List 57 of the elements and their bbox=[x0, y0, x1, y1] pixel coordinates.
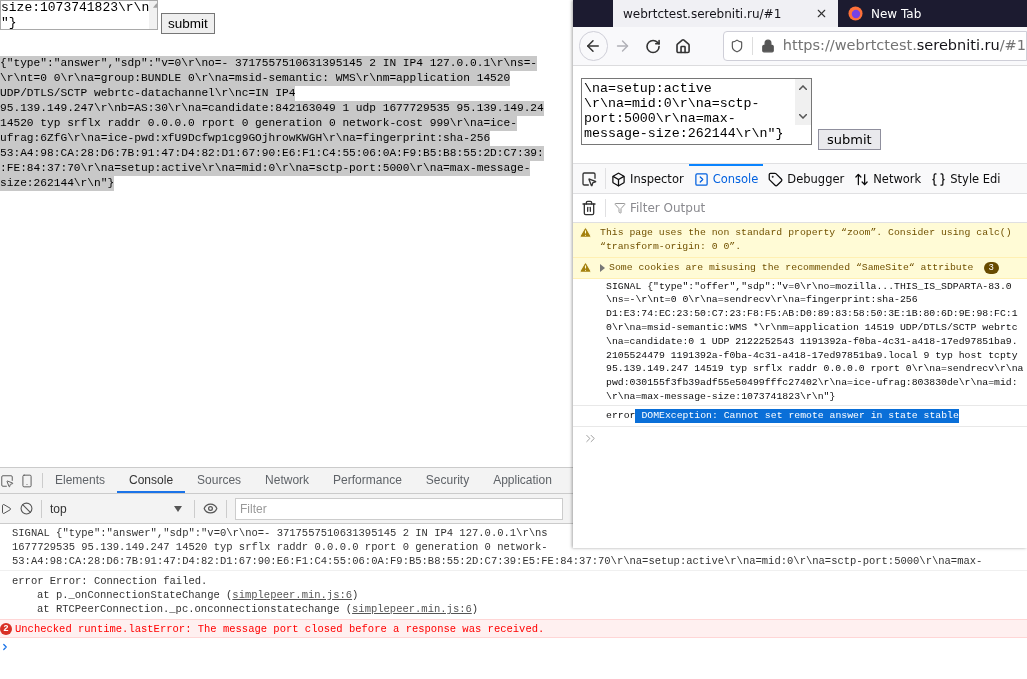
devtools-tab[interactable]: Inspector bbox=[606, 164, 689, 193]
answer-text: 95.139.149.247\r\nb=AS:30\r\na=candidate:842163049 1 udp 1677729535 95.139.149.24 bbox=[0, 101, 544, 116]
log-line: 2105524479 1191392a-f0ba-4c31-a418-17ed97851ba9.local 9 typ host tcpty bbox=[606, 348, 1018, 363]
error-label: error bbox=[606, 408, 636, 423]
url-field[interactable]: https://webrtctest.serebniti.ru/#1 bbox=[722, 31, 1027, 61]
answer-text: :FE:84:37:70\r\na=setup:active\r\na=mid:0\r\na=sctp-port:5000\r\na=max-message- bbox=[0, 161, 531, 176]
filter-field[interactable]: Filter Output bbox=[630, 199, 1027, 217]
text-area-field[interactable]: size:1073741823\r\n "} bbox=[0, 0, 158, 30]
error-count-badge: 2 bbox=[0, 622, 12, 635]
count-badge: 3 bbox=[983, 261, 999, 274]
browser-tab[interactable]: New Tab bbox=[838, 0, 932, 27]
log-line: 1677729535 95.139.149.247 14520 typ srflx raddr 0.0.0.0 rport 0 generation 0 network- bbox=[12, 540, 548, 554]
log-line: \na=candidate:0 1 UDP 2122252543 1191392a-f0ba-4c31-a418-17ed97851ba9. bbox=[606, 334, 1018, 349]
devtools-tab[interactable]: Network bbox=[253, 468, 322, 493]
answer-text: 53:A4:98:CA:28:D6:7B:91:47:D4:82:D1:67:90:E6:F1:C4:55:06:0A:F9:B5:B8:55:2D:C7:39: bbox=[0, 146, 544, 161]
devtools-tab[interactable]: Application bbox=[481, 468, 564, 493]
answer-text: ufrag:6ZfG\r\na=ice-pwd:xfU9Dcfwp1cg9GOjhrowKWGH\r\na=fingerprint:sha-256 bbox=[0, 131, 491, 146]
log-line: \ns=-\r\nt=0 0\r\na=sendrecv\r\na=fingerprint:sha-256 bbox=[606, 293, 918, 308]
devtools-tab[interactable]: Debugger bbox=[763, 164, 850, 193]
log-line: 53:A4:98:CA:28:D6:7B:91:47:D4:82:D1:67:90:E6:F1:C4:55:06:0A:F9:B5:B8:55:2D:C7:39:E5:FE:84:37:70\r\na=setup:active\r\na=mid:0\r\na=sctp-port:5000\r\na=max- bbox=[12, 554, 983, 568]
log-line: \r\na=max-message-size:1073741823\r\n"} bbox=[606, 389, 836, 404]
devtools-tab[interactable]: Console bbox=[688, 164, 764, 193]
answer-text: size:262144\r\n"} bbox=[0, 176, 115, 191]
log-line: 0\r\na=msid-semantic:WMS *\r\nm=application 14519 UDP/DTLS/SCTP webrtc bbox=[606, 321, 1018, 335]
devtools-tab[interactable]: Sources bbox=[185, 468, 254, 493]
submit-button[interactable]: submit bbox=[161, 13, 215, 34]
log-line: SIGNAL {"type":"offer","sdp":"v=0\r\no=mozilla...THIS_IS_SDPARTA-83.0 bbox=[606, 279, 1012, 294]
devtools-tab[interactable]: Security bbox=[413, 468, 482, 493]
stack-frame: at p._onConnectionStateChange (simplepeer.min.js:6) bbox=[12, 588, 359, 602]
warning-text: Some cookies are misusing the recommended “SameSite“ attribute bbox=[609, 260, 974, 275]
browser-tab[interactable]: webrtctest.serebniti.ru/#1 bbox=[613, 0, 838, 27]
filter-field[interactable]: Filter bbox=[235, 497, 563, 520]
warning-text: This page uses the non standard property “zoom”. Consider using calc() bbox=[600, 226, 1012, 240]
error-message: DOMException: Cannot set remote answer in state stable bbox=[635, 408, 959, 423]
error-message: Unchecked runtime.lastError: The message port closed before a response was received. bbox=[15, 621, 545, 636]
devtools-tab[interactable]: Style Edi bbox=[926, 164, 1006, 193]
log-line: 95.139.149.247 14519 typ srflx raddr 0.0.0.0 rport 0\r\na=sendrecv\r\na bbox=[606, 362, 1024, 377]
text-area-field[interactable]: \na=setup:active \r\na=mid:0\r\na=sctp- port:5000\r\na=max- message-size:262144\r\n"} bbox=[581, 78, 812, 145]
source-link[interactable]: simplepeer.min.js:6 bbox=[352, 603, 472, 615]
error-message: error Error: Connection failed. bbox=[12, 574, 208, 588]
source-link[interactable]: simplepeer.min.js:6 bbox=[232, 589, 353, 601]
devtools-tab[interactable]: Network bbox=[849, 164, 927, 193]
log-line: D1:E3:74:EC:23:50:C7:23:F8:F5:AB:D0:89:83:58:50:3E:1B:80:6D:9E:98:FC:1 bbox=[606, 307, 1018, 321]
answer-text: \r\nt=0 0\r\na=group:BUNDLE 0\r\na=msid-semantic: WMS\r\nm=application 14520 bbox=[0, 71, 511, 86]
url-text: https://webrtctest.serebniti.ru/#1 bbox=[782, 36, 1026, 56]
warning-text: “transform-origin: 0 0”. bbox=[600, 239, 743, 254]
answer-text: 14520 typ srflx raddr 0.0.0.0 rport 0 generation 0 network-cost 999\r\na=ice- bbox=[0, 116, 517, 131]
stack-frame: at RTCPeerConnection._pc.onconnectionstatechange (simplepeer.min.js:6) bbox=[12, 602, 479, 616]
log-line: SIGNAL {"type":"answer","sdp":"v=0\r\no=- 3717557510631395145 2 IN IP4 127.0.0.1\r\ns bbox=[12, 526, 548, 540]
devtools-tab[interactable]: Elements bbox=[43, 468, 118, 493]
log-line: pwd:030155f3fb39adf55e50499fffc27402\r\na=ice-ufrag:803830de\r\na=mid: bbox=[606, 376, 1018, 390]
context-dropdown[interactable]: top bbox=[50, 499, 186, 518]
submit-button[interactable]: submit bbox=[818, 129, 881, 150]
answer-text: UDP/DTLS/SCTP webrtc-datachannel\r\nc=IN IP4 bbox=[0, 86, 296, 101]
warning-message[interactable]: Some cookies are misusing the recommended “SameSite“ attribute 3 bbox=[573, 257, 1027, 279]
answer-text: {"type":"answer","sdp":"v=0\r\no=- 3717557510631395145 2 IN IP4 127.0.0.1\r\ns=- bbox=[0, 56, 538, 71]
devtools-tab[interactable]: Performance bbox=[321, 468, 414, 493]
